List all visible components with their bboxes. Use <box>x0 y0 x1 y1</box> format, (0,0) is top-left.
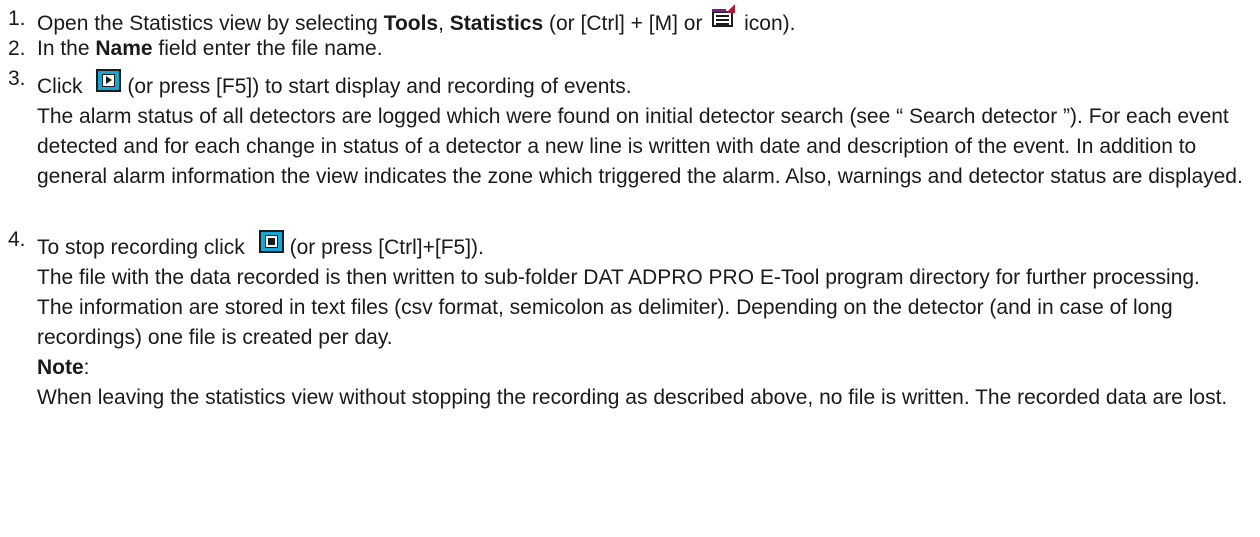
step-4-output-info: The file with the data recorded is then … <box>37 266 1200 289</box>
step-4: 4. To stop recording click (or press [Ct… <box>0 225 1250 413</box>
step-number: 2. <box>8 37 26 60</box>
play-button-icon <box>96 69 122 92</box>
step-2-text: In the Name field enter the file name. <box>37 37 383 60</box>
note-text: When leaving the statistics view without… <box>37 386 1228 409</box>
menu-tools: Tools <box>383 12 439 35</box>
menu-statistics: Statistics <box>449 12 544 35</box>
note-label: Note <box>37 356 84 379</box>
step-number: 4. <box>8 228 26 251</box>
instruction-steps: 1. Open the Statistics view by selecting… <box>0 0 1260 537</box>
step-3: 3. Click (or press [F5]) to start displa… <box>0 64 1250 192</box>
step-3-text: Click (or press [F5]) to start display a… <box>37 69 1250 102</box>
step-4-text: To stop recording click (or press [Ctrl]… <box>37 230 1250 263</box>
step-2: 2. In the Name field enter the file name… <box>0 34 1250 64</box>
statistics-icon <box>711 4 736 28</box>
step-number: 1. <box>8 7 26 30</box>
step-4-format-info: The information are stored in text files… <box>37 296 1173 349</box>
note-heading: Note: <box>37 356 90 379</box>
stop-button-icon <box>258 230 284 253</box>
step-number: 3. <box>8 67 26 90</box>
name-field-label: Name <box>95 37 153 60</box>
step-3-description: The alarm status of all detectors are lo… <box>37 105 1243 188</box>
